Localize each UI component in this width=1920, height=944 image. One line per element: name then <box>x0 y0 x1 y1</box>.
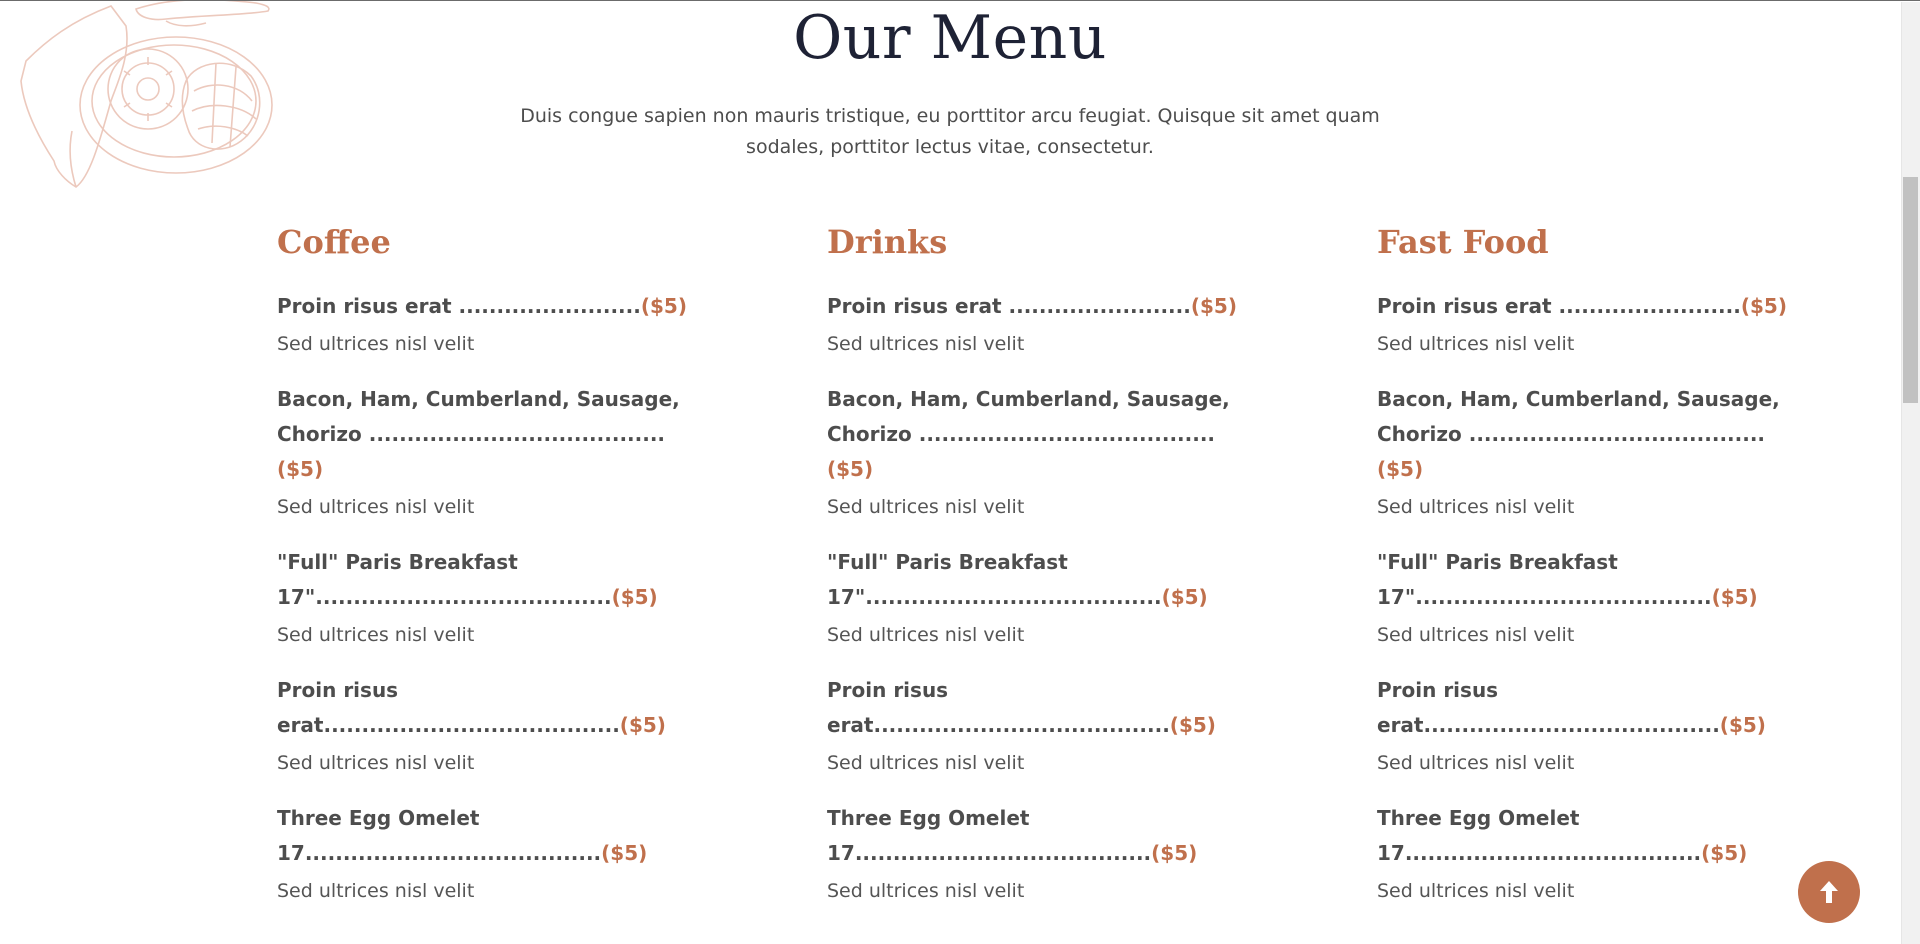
menu-item-price: ($5) <box>1740 294 1787 318</box>
menu-item-label: Proin risus erat .......................… <box>277 294 641 318</box>
menu-item-description: Sed ultrices nisl velit <box>827 752 1025 774</box>
column-title: Drinks <box>827 223 948 261</box>
menu-item-label: Proin risus erat .......................… <box>1377 294 1741 318</box>
page-title: Our Menu <box>793 3 1107 73</box>
menu-item: Bacon, Ham, Cumberland, Sausage, Chorizo… <box>827 382 1247 519</box>
menu-item-price: ($5) <box>1711 585 1758 609</box>
menu-item-description: Sed ultrices nisl velit <box>1377 752 1575 774</box>
menu-item-name: Three Egg Omelet 17.....................… <box>1377 801 1797 871</box>
menu-item-description: Sed ultrices nisl velit <box>827 880 1025 902</box>
menu-item: "Full" Paris Breakfast 17"..............… <box>1377 545 1797 647</box>
menu-item-label: Three Egg Omelet 17.....................… <box>277 806 602 865</box>
menu-column-drinks: Drinks Proin risus erat ................… <box>827 223 1247 929</box>
menu-item-price: ($5) <box>611 585 658 609</box>
menu-item-description: Sed ultrices nisl velit <box>277 496 475 518</box>
column-title: Coffee <box>277 223 391 261</box>
menu-item-price: ($5) <box>1701 841 1748 865</box>
menu-item-label: "Full" Paris Breakfast 17"..............… <box>277 550 612 609</box>
menu-item-name: Bacon, Ham, Cumberland, Sausage, Chorizo… <box>277 382 697 487</box>
menu-item: Three Egg Omelet 17.....................… <box>1377 801 1797 903</box>
menu-item-name: Proin risus erat........................… <box>1377 673 1797 743</box>
menu-item-name: Proin risus erat .......................… <box>1377 289 1797 324</box>
menu-item-name: Proin risus erat .......................… <box>277 289 697 324</box>
menu-item-description: Sed ultrices nisl velit <box>827 624 1025 646</box>
menu-item-name: Proin risus erat .......................… <box>827 289 1247 324</box>
menu-item-label: Bacon, Ham, Cumberland, Sausage, Chorizo… <box>277 387 680 446</box>
menu-item-label: Proin risus erat .......................… <box>827 294 1191 318</box>
menu-item-name: "Full" Paris Breakfast 17"..............… <box>277 545 697 615</box>
column-title: Fast Food <box>1377 223 1549 261</box>
page: Our Menu Duis congue sapien non mauris t… <box>0 0 1920 944</box>
menu-item-description: Sed ultrices nisl velit <box>277 624 475 646</box>
menu-item-label: Three Egg Omelet 17.....................… <box>827 806 1152 865</box>
menu-column-coffee: Coffee Proin risus erat ................… <box>277 223 697 929</box>
intro-text: Duis congue sapien non mauris tristique,… <box>520 105 1380 158</box>
arrow-up-icon <box>1820 881 1838 903</box>
menu-item-description: Sed ultrices nisl velit <box>1377 880 1575 902</box>
menu-item-description: Sed ultrices nisl velit <box>1377 496 1575 518</box>
menu-item-price: ($5) <box>1377 457 1424 481</box>
menu-item-description: Sed ultrices nisl velit <box>827 333 1025 355</box>
menu-item: "Full" Paris Breakfast 17"..............… <box>827 545 1247 647</box>
menu-item-description: Sed ultrices nisl velit <box>827 496 1025 518</box>
menu-item: Proin risus erat .......................… <box>1377 289 1797 356</box>
menu-item: Three Egg Omelet 17.....................… <box>827 801 1247 903</box>
menu-item-label: Three Egg Omelet 17.....................… <box>1377 806 1702 865</box>
menu-item-price: ($5) <box>1161 585 1208 609</box>
menu-item-label: "Full" Paris Breakfast 17"..............… <box>1377 550 1712 609</box>
menu-item: Bacon, Ham, Cumberland, Sausage, Chorizo… <box>1377 382 1797 519</box>
menu-item-price: ($5) <box>827 457 874 481</box>
menu-item-label: Bacon, Ham, Cumberland, Sausage, Chorizo… <box>827 387 1230 446</box>
menu-item-description: Sed ultrices nisl velit <box>1377 333 1575 355</box>
menu-item-label: Proin risus erat........................… <box>1377 678 1720 737</box>
menu-item-label: Proin risus erat........................… <box>277 678 620 737</box>
menu-item-label: Proin risus erat........................… <box>827 678 1170 737</box>
menu-item-price: ($5) <box>1190 294 1237 318</box>
menu-item: Three Egg Omelet 17.....................… <box>277 801 697 903</box>
menu-item: Bacon, Ham, Cumberland, Sausage, Chorizo… <box>277 382 697 519</box>
menu-item: Proin risus erat .......................… <box>277 289 697 356</box>
menu-item-label: "Full" Paris Breakfast 17"..............… <box>827 550 1162 609</box>
menu-item: Proin risus erat........................… <box>827 673 1247 775</box>
menu-item-name: "Full" Paris Breakfast 17"..............… <box>1377 545 1797 615</box>
scrollbar-thumb[interactable] <box>1903 177 1918 403</box>
menu-item: Proin risus erat .......................… <box>827 289 1247 356</box>
menu-item-price: ($5) <box>277 457 324 481</box>
menu-item: "Full" Paris Breakfast 17"..............… <box>277 545 697 647</box>
menu-column-fast-food: Fast Food Proin risus erat .............… <box>1377 223 1797 929</box>
menu-item-name: "Full" Paris Breakfast 17"..............… <box>827 545 1247 615</box>
menu-item-name: Proin risus erat........................… <box>827 673 1247 743</box>
menu-item-price: ($5) <box>1719 713 1766 737</box>
menu-item-price: ($5) <box>1169 713 1216 737</box>
menu-item: Proin risus erat........................… <box>277 673 697 775</box>
menu-item-price: ($5) <box>619 713 666 737</box>
menu-item-name: Three Egg Omelet 17.....................… <box>277 801 697 871</box>
scrollbar[interactable] <box>1901 2 1920 944</box>
scroll-to-top-button[interactable] <box>1798 861 1860 923</box>
menu-item-name: Bacon, Ham, Cumberland, Sausage, Chorizo… <box>827 382 1247 487</box>
menu-item-label: Bacon, Ham, Cumberland, Sausage, Chorizo… <box>1377 387 1780 446</box>
menu-item-name: Three Egg Omelet 17.....................… <box>827 801 1247 871</box>
menu-item-description: Sed ultrices nisl velit <box>277 333 475 355</box>
menu-item-price: ($5) <box>601 841 648 865</box>
menu-item-description: Sed ultrices nisl velit <box>1377 624 1575 646</box>
menu-item-description: Sed ultrices nisl velit <box>277 752 475 774</box>
menu-item: Proin risus erat........................… <box>1377 673 1797 775</box>
menu-item-price: ($5) <box>640 294 687 318</box>
menu-item-name: Proin risus erat........................… <box>277 673 697 743</box>
menu-item-name: Bacon, Ham, Cumberland, Sausage, Chorizo… <box>1377 382 1797 487</box>
menu-item-description: Sed ultrices nisl velit <box>277 880 475 902</box>
menu-item-price: ($5) <box>1151 841 1198 865</box>
